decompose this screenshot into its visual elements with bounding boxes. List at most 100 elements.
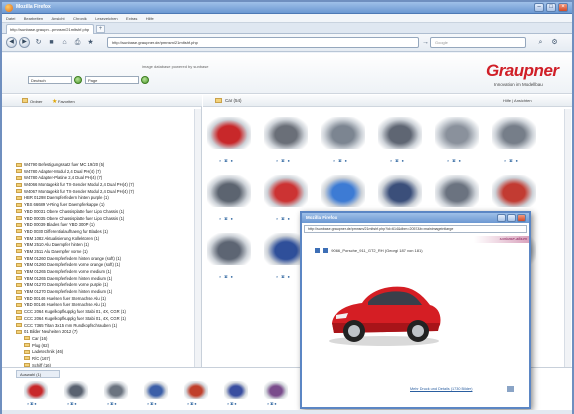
menu-item[interactable]: Lesezeichen — [95, 16, 117, 21]
image-thumbnail[interactable]: ⌕ ▣ ● — [264, 117, 308, 169]
thumbnail-action-icons[interactable]: ⌕ ▣ ● — [219, 158, 234, 163]
addon-icon[interactable]: ⚙ — [550, 38, 559, 47]
prev-image-icon[interactable] — [315, 248, 320, 253]
panel-options[interactable]: Hilfe | Ansichten — [503, 98, 532, 103]
selection-thumbnail[interactable]: ⌕▣● — [104, 381, 128, 407]
thumbnail-action-icons[interactable]: ⌕▣● — [147, 401, 158, 406]
search-go-icon[interactable]: ⌕ — [536, 38, 545, 47]
bookmark-icon[interactable]: ★ — [86, 38, 95, 47]
tab-folders[interactable]: Ordner — [30, 99, 42, 104]
maximize-button[interactable]: □ — [546, 3, 556, 12]
tree-item[interactable]: Plug (62) — [16, 343, 202, 350]
next-image-icon[interactable] — [323, 248, 329, 253]
thumbnail-action-icons[interactable]: ⌕ ▣ ● — [333, 158, 348, 163]
thumbnail-action-icons[interactable]: ⌕ ▣ ● — [276, 158, 291, 163]
menu-item[interactable]: Bearbeiten — [24, 16, 43, 21]
selection-thumbnail[interactable]: ⌕▣● — [264, 381, 288, 407]
image-thumbnail[interactable]: ⌕ ▣ ● — [435, 117, 479, 169]
tree-item[interactable]: YBM 01265 Daempferfedern vorne medium (1… — [16, 269, 202, 276]
language-select[interactable]: Deutsch — [28, 76, 72, 84]
tree-item[interactable]: YBM 01270 Daempferfedern vorne purple (1… — [16, 282, 202, 289]
menu-item[interactable]: Datei — [6, 16, 15, 21]
go-icon[interactable]: → — [421, 38, 430, 47]
tree-item[interactable]: YBD 00035 Obere Chassisplatte fuer Lipo … — [16, 216, 202, 223]
tree-item[interactable]: YBD 00146 Huelsen fuer Sternachse Alu (1… — [16, 296, 202, 303]
thumbnail-action-icons[interactable]: ⌕▣● — [27, 401, 38, 406]
tree-item[interactable]: YBD 00146 Huelsen fuer Sternachse Alu (1… — [16, 302, 202, 309]
tree-item[interactable]: W4067 Montagekit fur TX-Sender Modul 2,4… — [16, 189, 202, 196]
tree-item[interactable]: CCC 2064 Kugelkopfkupplg fuer Stabi 01, … — [16, 316, 202, 323]
image-thumbnail[interactable]: ⌕ ▣ ● — [207, 175, 251, 227]
selection-thumbnail[interactable]: ⌕▣● — [64, 381, 88, 407]
popup-maximize-button[interactable] — [507, 214, 516, 222]
tree-item[interactable]: YBD 00031 Obere Chassisplatte fuer Lipo … — [16, 209, 202, 216]
selection-thumbnail[interactable]: ⌕▣● — [144, 381, 168, 407]
language-go-icon[interactable] — [74, 76, 82, 84]
back-button[interactable]: ◀ — [6, 37, 17, 48]
close-button[interactable]: × — [558, 3, 568, 12]
tree-item[interactable]: Car (16) — [16, 336, 202, 343]
tree-item[interactable]: YBD 0030 Differentialaufhaeng fur Blades… — [16, 229, 202, 236]
tree-item[interactable]: YBM 1082 Aktualisierung Kollektoren (1) — [16, 236, 202, 243]
minimize-button[interactable]: – — [534, 3, 544, 12]
tree-item[interactable]: YBM 01260 Daempferfedern vorne orange (s… — [16, 262, 202, 269]
tree-item[interactable]: R/C (167) — [16, 356, 202, 363]
tab-favorites[interactable]: Favoriten — [58, 99, 75, 104]
reload-icon[interactable]: ↻ — [34, 38, 43, 47]
tree-item[interactable]: CCC 7365 Titan 3x15 mm Rundkopfschrauben… — [16, 323, 202, 330]
image-thumbnail[interactable]: ⌕ ▣ ● — [492, 117, 536, 169]
tree-item[interactable]: CCC 2064 Kugelkopfkupplg fuer Stabi 01, … — [16, 309, 202, 316]
thumbnail-action-icons[interactable]: ⌕ ▣ ● — [219, 274, 234, 279]
selection-thumbnail[interactable]: ⌕▣● — [184, 381, 208, 407]
thumbnail-action-icons[interactable]: ⌕ ▣ ● — [504, 158, 519, 163]
menu-item[interactable]: Hilfe — [146, 16, 154, 21]
tree-item[interactable]: YBM 01260 Daempferfedern hinten orange (… — [16, 256, 202, 263]
thumbnail-action-icons[interactable]: ⌕▣● — [187, 401, 198, 406]
tree-item[interactable]: YBM 2510 Alu Daempfer hinten (1) — [16, 242, 202, 249]
thumbnail-action-icons[interactable]: ⌕▣● — [267, 401, 278, 406]
image-thumbnail[interactable]: ⌕ ▣ ● — [321, 117, 365, 169]
menu-item[interactable]: Ansicht — [51, 16, 64, 21]
image-thumbnail[interactable]: ⌕ ▣ ● — [378, 117, 422, 169]
tree-item[interactable]: YBM 2511 Alu Daempfer vorne (1) — [16, 249, 202, 256]
new-tab-button[interactable]: + — [96, 25, 105, 33]
selection-thumbnail[interactable]: ⌕▣● — [24, 381, 48, 407]
tree-item[interactable]: W4790 Befestigungssatz fuer MC 19/20 (5) — [16, 162, 202, 169]
download-icon[interactable] — [507, 386, 514, 392]
tree-item[interactable]: YBM 01265 Daempferfedern hinten medium (… — [16, 276, 202, 283]
browser-tab[interactable]: http://sunbase.graupn...pmnsm/21mltshf.p… — [6, 24, 94, 34]
image-thumbnail[interactable]: ⌕ ▣ ● — [207, 233, 251, 285]
thumbnail-action-icons[interactable]: ⌕ ▣ ● — [219, 216, 234, 221]
print-icon[interactable]: ⎙ — [73, 38, 82, 47]
folder-scrollbar[interactable] — [194, 109, 201, 399]
selection-tab[interactable]: Auswahl (1) — [16, 370, 60, 378]
thumbnail-action-icons[interactable]: ⌕ ▣ ● — [390, 158, 405, 163]
popup-address-bar[interactable]: http://sunbase.graupner.de/pmnsm/21mltsh… — [304, 225, 527, 233]
popup-details-link[interactable]: Mehr Druck und Details (1730 Bilder) — [410, 387, 472, 391]
search-input[interactable]: Google — [430, 37, 526, 48]
tree-item[interactable]: HBR 01298 Daempferfedern hinten purple (… — [16, 195, 202, 202]
thumbnail-action-icons[interactable]: ⌕▣● — [67, 401, 78, 406]
tree-item[interactable]: Ladetechnik (46) — [16, 349, 202, 356]
tree-item[interactable]: 01 Bilder Neuheiten 2012 (7) — [16, 329, 202, 336]
search-go-button[interactable] — [141, 76, 149, 84]
site-search-input[interactable]: Page — [85, 76, 139, 84]
tree-item[interactable]: W4780 Adapter-Modul 2,4 Dual PH(4) (7) — [16, 169, 202, 176]
menu-item[interactable]: Chronik — [73, 16, 87, 21]
tree-item[interactable]: YBM 01270 Daempferfedern hinten medium (… — [16, 289, 202, 296]
selection-thumbnail[interactable]: ⌕▣● — [224, 381, 248, 407]
thumbnail-action-icons[interactable]: ⌕▣● — [227, 401, 238, 406]
stop-icon[interactable]: ■ — [47, 38, 56, 47]
thumbnail-action-icons[interactable]: ⌕▣● — [107, 401, 118, 406]
home-icon[interactable]: ⌂ — [60, 38, 69, 47]
thumbnail-action-icons[interactable]: ⌕ ▣ ● — [276, 216, 291, 221]
popup-minimize-button[interactable] — [497, 214, 506, 222]
image-scrollbar[interactable] — [564, 109, 571, 367]
tree-item[interactable]: YBS 66689 V-Ring fuer Daempferkappe (1) — [16, 202, 202, 209]
image-thumbnail[interactable]: ⌕ ▣ ● — [207, 117, 251, 169]
tree-item[interactable]: W4066 Montagekit fur TX-Sender Modul 2,4… — [16, 182, 202, 189]
tree-item[interactable]: YBD 00039 Blades fuer YBD 300P (1) — [16, 222, 202, 229]
thumbnail-action-icons[interactable]: ⌕ ▣ ● — [276, 274, 291, 279]
menu-item[interactable]: Extras — [126, 16, 137, 21]
tree-item[interactable]: W4780 Adapter-Platine 2,4 Dual PH(4) (7) — [16, 175, 202, 182]
